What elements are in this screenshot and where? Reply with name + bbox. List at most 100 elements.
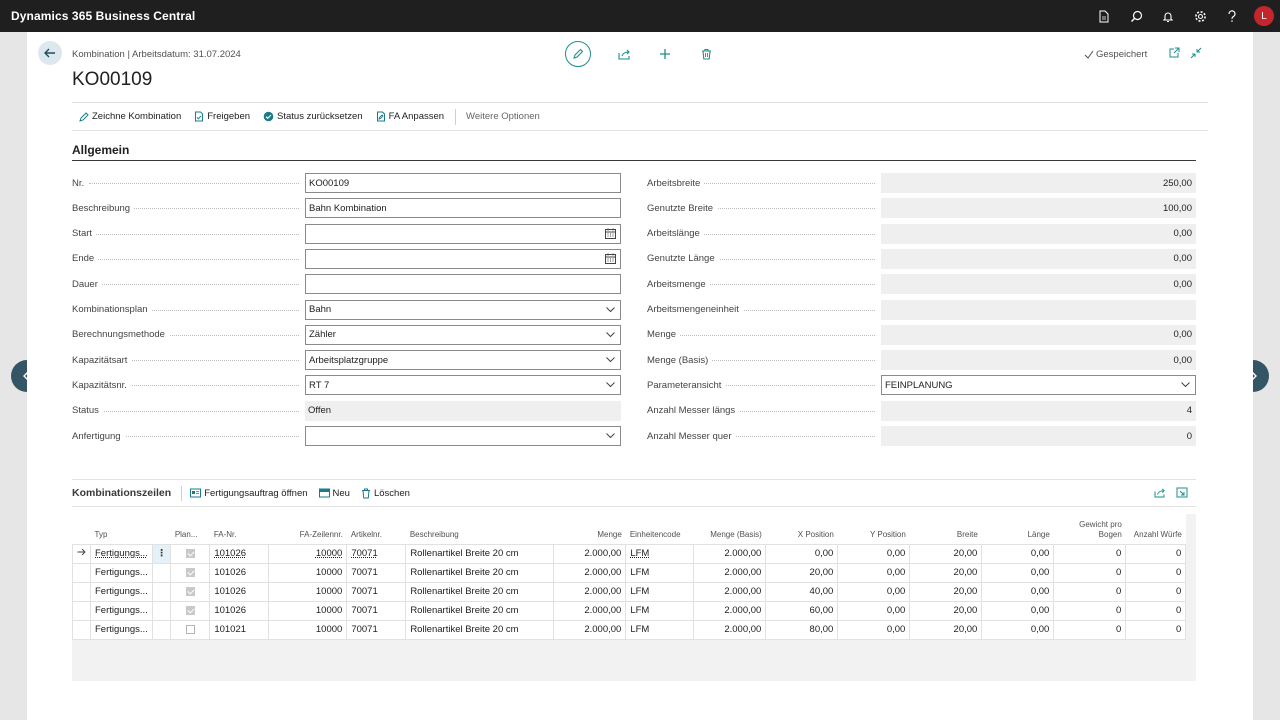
cell-x-position[interactable]: 60,00: [765, 600, 839, 621]
column-header-einheitencode[interactable]: Einheitencode: [626, 514, 694, 544]
column-header-laenge[interactable]: Länge: [982, 514, 1054, 544]
avatar[interactable]: L: [1254, 6, 1274, 26]
table-row[interactable]: Fertigungs... 101026 10000 70071 Rollenartik…: [72, 600, 1187, 621]
column-header-menge[interactable]: Menge: [554, 514, 626, 544]
cell-beschreibung[interactable]: Rollenartikel Breite 20 cm: [405, 600, 555, 621]
cell-wuerfe[interactable]: 0: [1125, 600, 1187, 621]
column-header-plan[interactable]: Plan...: [171, 514, 210, 544]
cell-fa-zeilennr[interactable]: 10000: [268, 543, 348, 564]
cell-menge[interactable]: 2.000,00: [553, 619, 627, 640]
cell-fa-zeilennr[interactable]: 10000: [268, 581, 348, 602]
cell-menge-basis[interactable]: 2.000,00: [693, 600, 767, 621]
app-title[interactable]: Dynamics 365 Business Central: [11, 9, 195, 23]
document-icon[interactable]: [1088, 0, 1120, 32]
cell-laenge[interactable]: 0,00: [981, 581, 1055, 602]
cell-menge-basis[interactable]: 2.000,00: [693, 581, 767, 602]
cell-fa-nr[interactable]: 101021: [209, 619, 270, 640]
dropdown-button[interactable]: [1180, 379, 1191, 393]
row-menu-button[interactable]: [151, 600, 172, 621]
cell-y-position[interactable]: 0,00: [837, 600, 911, 621]
column-header-fa-nr[interactable]: FA-Nr.: [210, 514, 269, 544]
edit-button[interactable]: [565, 41, 591, 67]
table-row[interactable]: Fertigungs... 101026 10000 70071 Rollenartik…: [72, 581, 1187, 602]
cell-beschreibung[interactable]: Rollenartikel Breite 20 cm: [405, 543, 555, 564]
cell-laenge[interactable]: 0,00: [981, 619, 1055, 640]
new-line-button[interactable]: Neu: [318, 488, 350, 499]
search-icon[interactable]: [1120, 0, 1152, 32]
cell-einheitencode[interactable]: LFM: [625, 619, 695, 640]
cell-typ[interactable]: Fertigungs...: [90, 581, 153, 602]
checkbox[interactable]: [185, 567, 195, 577]
cell-breite[interactable]: 20,00: [909, 543, 983, 564]
cell-plan-checkbox[interactable]: [170, 600, 211, 621]
table-row[interactable]: Fertigungs... ⋮ 101026 10000 70071 Rollenarti…: [72, 543, 1187, 564]
column-header-y-position[interactable]: Y Position: [838, 514, 910, 544]
cell-fa-zeilennr[interactable]: 10000: [268, 600, 348, 621]
cell-laenge[interactable]: 0,00: [981, 543, 1055, 564]
cell-artikelnr[interactable]: 70071: [346, 562, 407, 583]
cell-menge-basis[interactable]: 2.000,00: [693, 619, 767, 640]
checkbox[interactable]: [185, 624, 195, 634]
new-button[interactable]: [657, 46, 673, 62]
cell-y-position[interactable]: 0,00: [837, 619, 911, 640]
row-menu-button[interactable]: [151, 562, 172, 583]
column-header-breite[interactable]: Breite: [910, 514, 982, 544]
cell-gewicht[interactable]: 0: [1053, 600, 1127, 621]
gear-icon[interactable]: [1184, 0, 1216, 32]
share-icon[interactable]: [1154, 487, 1166, 498]
cell-x-position[interactable]: 0,00: [765, 543, 839, 564]
cell-x-position[interactable]: 40,00: [765, 581, 839, 602]
help-icon[interactable]: [1216, 0, 1248, 32]
cell-laenge[interactable]: 0,00: [981, 562, 1055, 583]
column-header-x-position[interactable]: X Position: [766, 514, 838, 544]
cell-x-position[interactable]: 20,00: [765, 562, 839, 583]
cell-breite[interactable]: 20,00: [909, 562, 983, 583]
table-row[interactable]: Fertigungs... 101021 10000 70071 Rollenartik…: [72, 619, 1187, 640]
row-menu-button[interactable]: [151, 619, 172, 640]
cell-menge[interactable]: 2.000,00: [553, 581, 627, 602]
row-menu-button[interactable]: [151, 581, 172, 602]
cell-fa-nr[interactable]: 101026: [209, 581, 270, 602]
column-header-typ[interactable]: Typ: [91, 514, 153, 544]
cell-plan-checkbox[interactable]: [170, 543, 211, 564]
cell-gewicht[interactable]: 0: [1053, 543, 1127, 564]
share-button[interactable]: [616, 46, 632, 62]
table-row[interactable]: Fertigungs... 101026 10000 70071 Rollenartik…: [72, 562, 1187, 583]
cell-wuerfe[interactable]: 0: [1125, 581, 1187, 602]
cell-fa-zeilennr[interactable]: 10000: [268, 562, 348, 583]
cell-fa-nr[interactable]: 101026: [209, 600, 270, 621]
cell-artikelnr[interactable]: 70071: [346, 543, 407, 564]
column-header-fa-zeilennr[interactable]: FA-Zeilennr.: [269, 514, 347, 544]
open-production-order-button[interactable]: Fertigungsauftrag öffnen: [190, 488, 308, 499]
cell-typ[interactable]: Fertigungs...: [90, 562, 153, 583]
cell-gewicht[interactable]: 0: [1053, 619, 1127, 640]
cell-menge[interactable]: 2.000,00: [553, 562, 627, 583]
cell-x-position[interactable]: 80,00: [765, 619, 839, 640]
cell-breite[interactable]: 20,00: [909, 619, 983, 640]
cell-y-position[interactable]: 0,00: [837, 581, 911, 602]
back-button[interactable]: [38, 41, 62, 65]
cell-beschreibung[interactable]: Rollenartikel Breite 20 cm: [405, 619, 555, 640]
row-menu-button[interactable]: ⋮: [151, 543, 172, 564]
cell-beschreibung[interactable]: Rollenartikel Breite 20 cm: [405, 562, 555, 583]
adjust-fa-button[interactable]: FA Anpassen: [376, 111, 444, 122]
delete-button[interactable]: [698, 46, 714, 62]
cell-wuerfe[interactable]: 0: [1125, 562, 1187, 583]
field-input-parameteransicht[interactable]: FEINPLANUNG: [881, 375, 1196, 396]
reset-status-button[interactable]: Status zurücksetzen: [263, 111, 363, 122]
more-options-button[interactable]: Weitere Optionen: [466, 111, 540, 122]
draw-combination-button[interactable]: Zeichne Kombination: [79, 111, 181, 122]
cell-artikelnr[interactable]: 70071: [346, 581, 407, 602]
column-header-wuerfe[interactable]: Anzahl Würfe: [1126, 514, 1186, 544]
bell-icon[interactable]: [1152, 0, 1184, 32]
cell-artikelnr[interactable]: 70071: [346, 619, 407, 640]
collapse-icon[interactable]: [1190, 47, 1202, 59]
cell-typ[interactable]: Fertigungs...: [90, 619, 153, 640]
expand-icon[interactable]: [1176, 487, 1188, 498]
cell-wuerfe[interactable]: 0: [1125, 543, 1187, 564]
cell-menge[interactable]: 2.000,00: [553, 543, 627, 564]
cell-plan-checkbox[interactable]: [170, 562, 211, 583]
column-header-beschreibung[interactable]: Beschreibung: [406, 514, 554, 544]
release-button[interactable]: Freigeben: [194, 111, 250, 122]
checkbox[interactable]: [185, 605, 195, 615]
